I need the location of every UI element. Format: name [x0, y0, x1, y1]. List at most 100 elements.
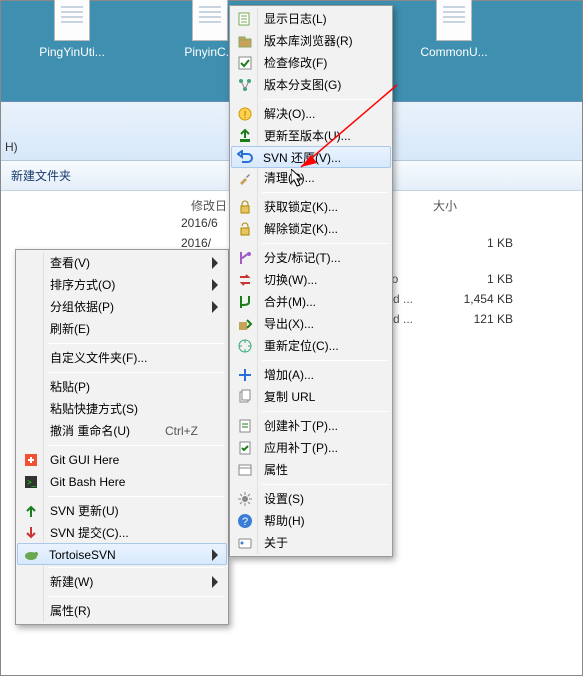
menu-item-label: Git GUI Here [50, 453, 119, 467]
menu-item-label: 分组依据(P) [50, 300, 114, 314]
new-folder-button[interactable]: 新建文件夹 [11, 169, 71, 183]
submenu-arrow-icon [212, 279, 220, 291]
customize-menu-item[interactable]: 自定义文件夹(F)... [18, 347, 226, 369]
submenu-arrow-icon [212, 576, 220, 588]
sort-menu-item[interactable]: 排序方式(O) [18, 274, 226, 296]
svg-text:!: ! [244, 110, 247, 121]
add-icon [236, 366, 254, 384]
merge-menu-item[interactable]: 合并(M)... [232, 291, 390, 313]
column-header-date[interactable]: 修改日 [191, 197, 227, 214]
menu-item-label: 刷新(E) [50, 322, 90, 336]
menu-item-label: 解决(O)... [264, 107, 315, 121]
menu-item-label: 检查修改(F) [264, 56, 327, 70]
menu-item-label: 查看(V) [50, 256, 90, 270]
getlock-menu-item[interactable]: 获取锁定(K)... [232, 196, 390, 218]
submenu-arrow-icon [212, 301, 220, 313]
menu-item-label: 属性 [264, 463, 288, 477]
menu-item-label: 撤消 重命名(U) [50, 424, 130, 438]
copyurl-menu-item[interactable]: 复制 URL [232, 386, 390, 408]
check-icon [236, 54, 254, 72]
menu-separator [262, 99, 388, 100]
relocate-icon [236, 337, 254, 355]
view-menu-item[interactable]: 查看(V) [18, 252, 226, 274]
submenu-arrow-icon [212, 549, 220, 561]
menu-item-label: 排序方式(O) [50, 278, 115, 292]
export-menu-item[interactable]: 导出(X)... [232, 313, 390, 335]
menu-item-label: 增加(A)... [264, 368, 314, 382]
paste-menu-item[interactable]: 粘贴(P) [18, 376, 226, 398]
undo-menu-item[interactable]: 撤消 重命名(U) Ctrl+Z [18, 420, 226, 442]
createpatch-menu-item[interactable]: 创建补丁(P)... [232, 415, 390, 437]
checkmod-menu-item[interactable]: 检查修改(F) [232, 52, 390, 74]
size-cell: 1,454 KB [453, 289, 513, 309]
date-cell: 2016/6 [181, 213, 218, 233]
menu-item-label: 更新至版本(U)... [264, 129, 351, 143]
menu-item-label: 版本分支图(G) [264, 78, 341, 92]
gitbash-menu-item[interactable]: >_Git Bash Here [18, 471, 226, 493]
file-icon [54, 0, 90, 41]
menu-item-label: 显示日志(L) [264, 12, 327, 26]
rellock-menu-item[interactable]: 解除锁定(K)... [232, 218, 390, 240]
help-menu-item[interactable]: ?帮助(H) [232, 510, 390, 532]
menu-shortcut: Ctrl+Z [165, 420, 198, 442]
props-menu-item[interactable]: 属性(R) [18, 600, 226, 622]
menu-item-label: 清理(C)... [264, 171, 315, 185]
menu-item-label: 应用补丁(P)... [264, 441, 338, 455]
menu-item-label: 复制 URL [264, 390, 315, 404]
tortoise-menu-item[interactable]: TortoiseSVN [17, 543, 227, 565]
settings-icon [236, 490, 254, 508]
svg-text:?: ? [242, 516, 248, 528]
cleanup-menu-item[interactable]: 清理(C)... [232, 167, 390, 189]
mouse-cursor-icon [291, 169, 307, 189]
groupby-menu-item[interactable]: 分组依据(P) [18, 296, 226, 318]
revert-menu-item[interactable]: SVN 还原(V)... [231, 146, 391, 168]
svnprops-menu-item[interactable]: 属性 [232, 459, 390, 481]
create-patch-icon [236, 417, 254, 435]
repo-menu-item[interactable]: 版本库浏览器(R) [232, 30, 390, 52]
relocate-menu-item[interactable]: 重新定位(C)... [232, 335, 390, 357]
menu-item-label: 解除锁定(K)... [264, 222, 338, 236]
menu-item-label: 属性(R) [50, 604, 91, 618]
git-bash-icon: >_ [22, 473, 40, 491]
settings-menu-item[interactable]: 设置(S) [232, 488, 390, 510]
size-cell: 121 KB [453, 309, 513, 329]
add-menu-item[interactable]: 增加(A)... [232, 364, 390, 386]
menu-separator [48, 343, 224, 344]
revgraph-menu-item[interactable]: 版本分支图(G) [232, 74, 390, 96]
desktop-file-icon[interactable]: PingYinUti... [37, 0, 107, 59]
menu-item-label: 自定义文件夹(F)... [50, 351, 147, 365]
menu-separator [262, 360, 388, 361]
type-cell: rd ... [389, 289, 449, 309]
showlog-menu-item[interactable]: 显示日志(L) [232, 8, 390, 30]
log-icon [236, 10, 254, 28]
menu-separator [262, 411, 388, 412]
desktop-icon-label: CommonU... [419, 45, 489, 59]
menu-separator [48, 596, 224, 597]
applypatch-menu-item[interactable]: 应用补丁(P)... [232, 437, 390, 459]
refresh-menu-item[interactable]: 刷新(E) [18, 318, 226, 340]
gitgui-menu-item[interactable]: Git GUI Here [18, 449, 226, 471]
pastelink-menu-item[interactable]: 粘贴快捷方式(S) [18, 398, 226, 420]
about-icon [236, 534, 254, 552]
tortoisesvn-submenu[interactable]: 显示日志(L) 版本库浏览器(R) 检查修改(F) 版本分支图(G)! 解决(O)...… [229, 5, 393, 557]
tortoise-icon [22, 546, 40, 564]
resolve-menu-item[interactable]: ! 解决(O)... [232, 103, 390, 125]
branch-menu-item[interactable]: 分支/标记(T)... [232, 247, 390, 269]
about-menu-item[interactable]: 关于 [232, 532, 390, 554]
svncommit-menu-item[interactable]: SVN 提交(C)... [18, 522, 226, 544]
file-icon [436, 0, 472, 41]
new-menu-item[interactable]: 新建(W) [18, 571, 226, 593]
menu-item-label: 关于 [264, 536, 288, 550]
context-menu[interactable]: 查看(V) 排序方式(O) 分组依据(P) 刷新(E) 自定义文件夹(F)... 粘贴(P… [15, 249, 229, 625]
menu-item-label: 获取锁定(K)... [264, 200, 338, 214]
menu-item-label: 分支/标记(T)... [264, 251, 341, 265]
switch-menu-item[interactable]: 切换(W)... [232, 269, 390, 291]
desktop-file-icon[interactable]: CommonU... [419, 0, 489, 59]
menu-item-label: 合并(M)... [264, 295, 316, 309]
svnupdate-menu-item[interactable]: SVN 更新(U) [18, 500, 226, 522]
column-header-size[interactable]: 大小 [433, 197, 457, 214]
lock-icon [236, 198, 254, 216]
menu-item-label: SVN 更新(U) [50, 504, 119, 518]
svg-text:>_: >_ [27, 478, 37, 487]
uptorev-menu-item[interactable]: 更新至版本(U)... [232, 125, 390, 147]
